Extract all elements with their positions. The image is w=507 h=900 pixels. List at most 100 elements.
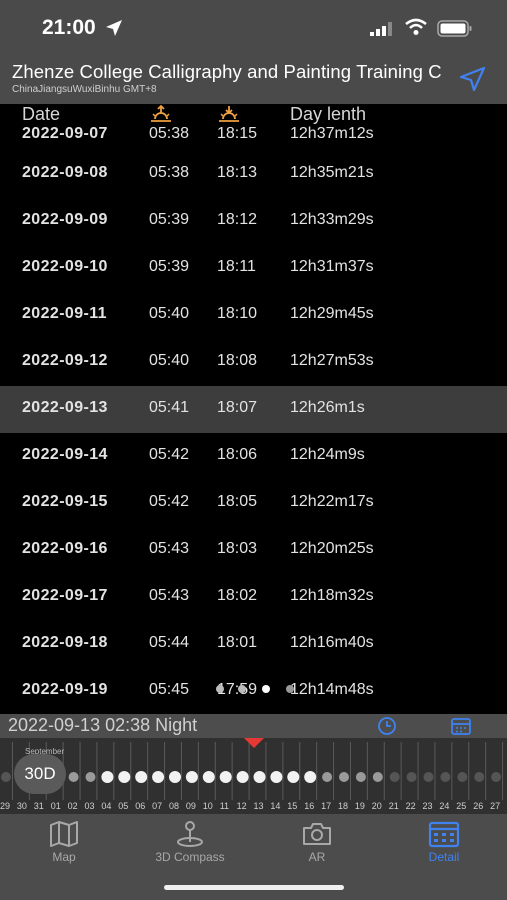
row-day-length: 12h16m40s (290, 634, 374, 651)
row-day-length: 12h35m21s (290, 164, 374, 181)
timeline-day-label: 20 (372, 801, 382, 811)
row-sunset: 18:01 (217, 634, 258, 651)
row-sunset: 18:08 (217, 352, 258, 369)
row-date: 2022-09-09 (22, 211, 108, 228)
row-day-length: 12h24m9s (290, 446, 365, 463)
navigation-icon[interactable] (457, 64, 487, 94)
moon-phase-icon (118, 771, 131, 783)
battery-icon (437, 20, 472, 37)
table-header: Date Day lenth (0, 104, 507, 124)
moon-phase-icon (491, 772, 502, 782)
moon-phase-icon (219, 771, 232, 783)
zoom-range-button[interactable]: 30D (14, 754, 66, 794)
row-sunset: 18:13 (217, 164, 258, 181)
timeline-day-label: 13 (254, 801, 264, 811)
cellular-signal-icon (370, 22, 392, 36)
moon-phase-icon (389, 772, 400, 782)
row-day-length: 12h37m12s (290, 125, 374, 142)
selected-time-bar: 2022-09-13 02:38 Night (0, 714, 507, 738)
timeline-day-label: 25 (456, 801, 466, 811)
row-day-length: 12h18m32s (290, 587, 374, 604)
tab-3d-compass-label: 3D Compass (155, 850, 225, 864)
status-bar: 21:00 (0, 0, 507, 52)
row-date: 2022-09-16 (22, 540, 108, 557)
row-day-length: 12h26m1s (290, 399, 365, 416)
row-sunset: 18:15 (217, 125, 258, 142)
tab-map[interactable]: Map (24, 814, 104, 874)
current-date-marker-icon (244, 738, 264, 748)
row-day-length: 12h29m45s (290, 305, 374, 322)
row-date: 2022-09-11 (22, 305, 107, 322)
row-sunrise: 05:43 (149, 587, 190, 604)
page-indicator (216, 685, 294, 693)
tab-3d-compass[interactable]: 3D Compass (140, 814, 240, 874)
row-sunrise: 05:38 (149, 164, 190, 181)
tab-detail[interactable]: Detail (402, 814, 486, 874)
row-date: 2022-09-10 (22, 258, 108, 275)
row-date: 2022-09-13 (22, 399, 108, 416)
table-row[interactable]: 2022-09-11 05:40 18:10 12h29m45s (0, 292, 507, 339)
row-day-length: 12h31m37s (290, 258, 374, 275)
moon-phase-icon (169, 771, 181, 783)
moon-phase-icon (440, 772, 451, 782)
table-row[interactable]: 2022-09-15 05:42 18:05 12h22m17s (0, 480, 507, 527)
day-length-column-header: Day lenth (290, 104, 367, 124)
sun-times-table[interactable]: 2022-09-07 05:38 18:15 12h37m12s 2022-09… (0, 104, 507, 714)
timeline-day-label: 05 (118, 801, 128, 811)
timeline-day-label: 04 (101, 801, 111, 811)
table-row[interactable]: 2022-09-14 05:42 18:06 12h24m9s (0, 433, 507, 480)
tab-ar-label: AR (308, 850, 326, 864)
location-title: Zhenze College Calligraphy and Painting … (12, 61, 442, 82)
table-row[interactable]: 2022-09-16 05:43 18:03 12h20m25s (0, 527, 507, 574)
home-indicator[interactable] (164, 885, 344, 890)
table-row[interactable]: 2022-09-08 05:38 18:13 12h35m21s (0, 151, 507, 198)
moon-phase-icon (322, 772, 333, 782)
tab-detail-label: Detail (428, 850, 460, 864)
row-sunrise: 05:45 (149, 681, 190, 698)
timeline-day-label: 09 (186, 801, 196, 811)
detail-calendar-icon (428, 821, 460, 848)
sunset-icon (219, 106, 239, 122)
row-sunrise: 05:40 (149, 305, 190, 322)
timeline-day-label: 29 (0, 801, 10, 811)
row-date: 2022-09-15 (22, 493, 108, 510)
clock-icon[interactable] (376, 716, 398, 736)
row-day-length: 12h27m53s (290, 352, 374, 369)
moon-phase-icon (355, 772, 366, 782)
table-row[interactable]: 2022-09-18 05:44 18:01 12h16m40s (0, 621, 507, 668)
timeline-day-label: 02 (68, 801, 78, 811)
timeline-day-label: 03 (85, 801, 95, 811)
moon-phase-icon (339, 772, 349, 782)
moon-phase-icon (270, 771, 283, 783)
row-sunset: 18:11 (217, 258, 256, 275)
calendar-icon[interactable] (450, 716, 472, 736)
date-column-header: Date (22, 104, 61, 124)
row-sunrise: 05:41 (149, 399, 190, 416)
row-day-length: 12h14m48s (290, 681, 374, 698)
timeline-day-label: 06 (135, 801, 145, 811)
timeline-day-label: 26 (473, 801, 483, 811)
moon-phase-icon (202, 771, 215, 783)
timeline-day-label: 07 (152, 801, 162, 811)
table-row[interactable]: 2022-09-09 05:39 18:12 12h33m29s (0, 198, 507, 245)
location-header[interactable]: Zhenze College Calligraphy and Painting … (0, 52, 507, 104)
status-time: 21:00 (42, 16, 96, 39)
timeline-day-label: 18 (338, 801, 348, 811)
row-sunrise: 05:39 (149, 211, 190, 228)
table-row[interactable]: 2022-09-17 05:43 18:02 12h18m32s (0, 574, 507, 621)
timeline-days[interactable]: 29 30 31 01 02 03 04 05 06 07 08 09 10 11 12 13 14 15 16 17… (0, 738, 507, 814)
table-row[interactable]: 2022-09-10 05:39 18:11 12h31m37s (0, 245, 507, 292)
moon-phase-icon (185, 771, 198, 783)
row-sunrise: 05:44 (149, 634, 190, 651)
row-sunset: 18:03 (217, 540, 258, 557)
row-sunrise: 05:42 (149, 493, 190, 510)
tab-ar[interactable]: AR (280, 814, 354, 874)
timeline-day-label: 15 (287, 801, 297, 811)
date-timeline-slider[interactable]: 29 30 31 01 02 03 04 05 06 07 08 09 10 11 12 13 14 15 16 17… (0, 738, 507, 814)
table-row[interactable]: 2022-09-13 05:41 18:07 12h26m1s (0, 386, 507, 433)
tab-map-label: Map (52, 850, 76, 864)
table-row[interactable]: 2022-09-12 05:40 18:08 12h27m53s (0, 339, 507, 386)
row-day-length: 12h22m17s (290, 493, 374, 510)
row-date: 2022-09-19 (22, 681, 108, 698)
moon-phase-icon (253, 771, 266, 783)
